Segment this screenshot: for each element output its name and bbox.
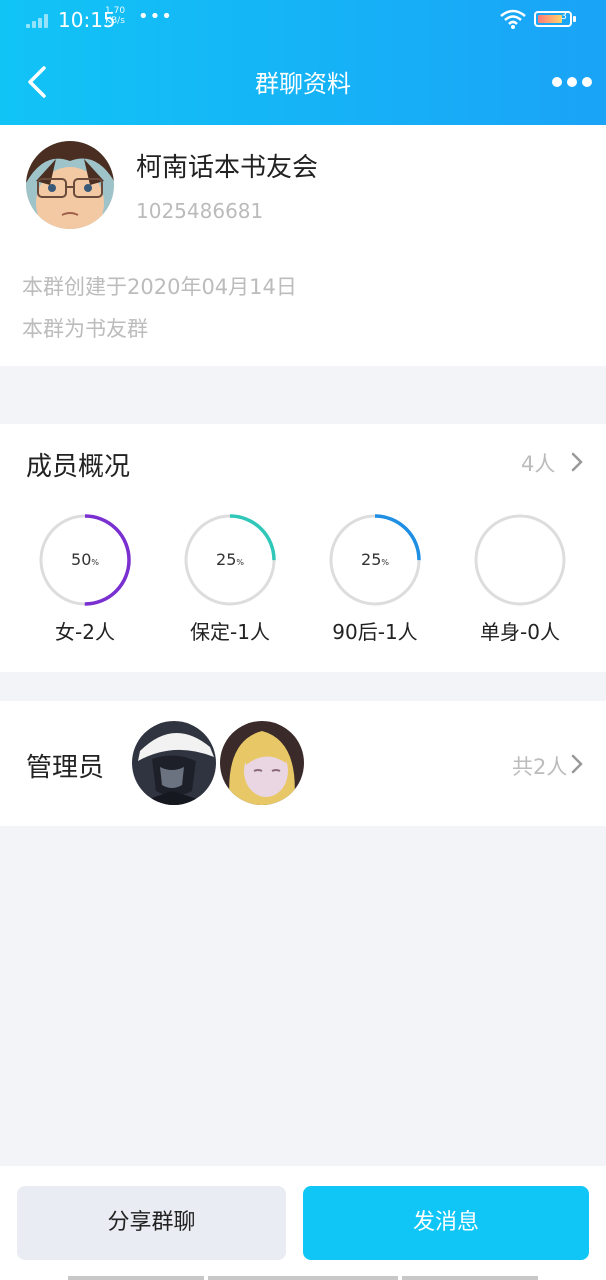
group-avatar-image [26,141,114,229]
share-group-button[interactable]: 分享群聊 [17,1186,286,1260]
ring-track [474,514,566,606]
chevron-right-icon[interactable] [570,451,584,473]
group-name: 柯南话本书友会 [136,153,319,183]
admin-avatar[interactable] [132,721,216,805]
stat-percent: 25% [361,550,389,569]
members-title: 成员概况 [26,452,131,482]
status-bar: 10:15 1.70 KB/s ••• 3 [0,0,606,40]
page-title: 群聊资料 [255,70,351,98]
group-id: 1025486681 [136,199,264,223]
group-profile-card: 柯南话本书友会 1025486681 本群创建于2020年04月14日 本群为书… [0,125,606,366]
group-avatar[interactable] [26,141,114,229]
more-options-icon[interactable] [552,77,592,87]
stat-label: 保定-1人 [190,620,270,644]
group-created-date: 本群创建于2020年04月14日 [22,275,297,299]
nav-gesture-bar[interactable] [68,1276,204,1280]
send-message-button[interactable]: 发消息 [303,1186,589,1260]
stat-percent: 50% [71,550,99,569]
chevron-right-icon[interactable] [570,753,584,775]
nav-gesture-bar[interactable] [208,1276,398,1280]
admins-count: 共2人 [512,755,568,779]
stat-age: 25% 90后-1人 [327,512,423,645]
network-speed: 1.70 KB/s [105,6,125,26]
admins-card[interactable]: 管理员 共2人 [0,701,606,826]
wifi-icon [500,9,526,29]
speed-unit: KB/s [105,16,125,26]
bottom-action-bar: 分享群聊 发消息 [0,1166,606,1280]
stat-label: 女-2人 [55,620,115,644]
stat-label: 单身-0人 [480,620,560,644]
admin-avatar-image [220,721,304,805]
stat-gender: 50% 女-2人 [37,512,133,645]
relationship-ring [474,514,566,606]
stat-location: 25% 保定-1人 [182,512,278,645]
battery-level: 3 [560,11,567,22]
stat-percent: 25% [216,550,244,569]
members-overview-card[interactable]: 成员概况 4人 50% 女-2人 25% 保定-1人 25% 90后-1人 单身… [0,424,606,672]
stat-relationship: 单身-0人 [472,512,568,645]
admins-title: 管理员 [26,753,105,783]
nav-gesture-bar[interactable] [402,1276,538,1280]
header: 10:15 1.70 KB/s ••• 3 群聊资料 [0,0,606,125]
members-count: 4人 [521,452,556,476]
signal-icon [26,14,52,28]
stat-label: 90后-1人 [332,620,418,644]
group-description: 本群为书友群 [22,317,148,341]
battery-icon: 3 [534,11,576,27]
admin-avatar-image [132,721,216,805]
admin-avatar[interactable] [220,721,304,805]
notification-dots: ••• [138,6,173,27]
speed-value: 1.70 [105,6,126,16]
